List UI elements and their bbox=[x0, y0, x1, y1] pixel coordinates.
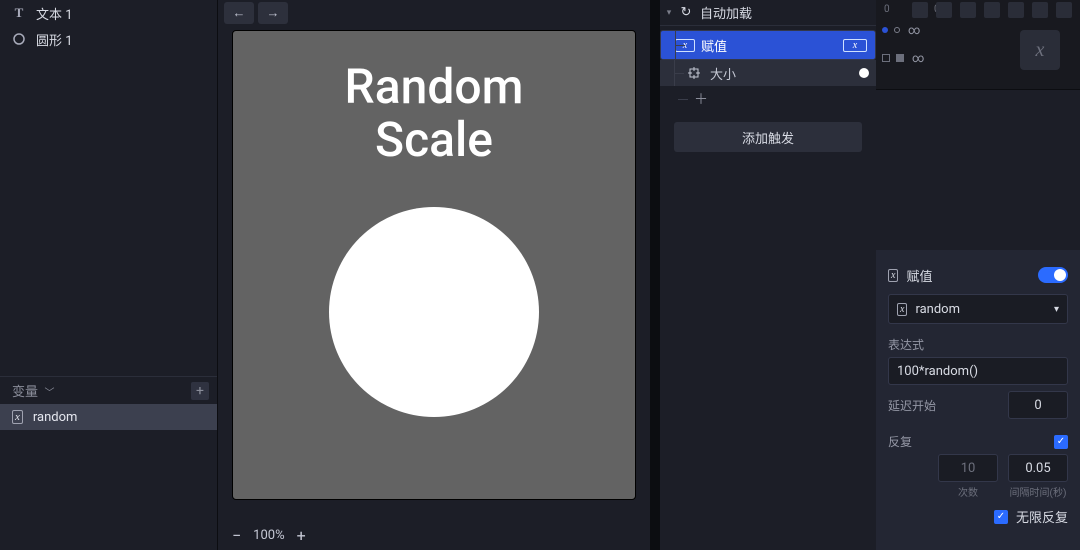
tool-icon[interactable] bbox=[984, 2, 1000, 18]
tool-icon[interactable] bbox=[1032, 2, 1048, 18]
variable-large-icon: x bbox=[1020, 30, 1060, 70]
action-size[interactable]: 大小 bbox=[660, 60, 876, 86]
tool-icon[interactable] bbox=[1008, 2, 1024, 18]
autoload-icon: ↻ bbox=[678, 5, 694, 20]
variable-item[interactable]: x random bbox=[0, 404, 217, 430]
repeat-interval-input[interactable]: 0.05 bbox=[1008, 454, 1068, 482]
timeline[interactable]: 0 0.2 0.5 ∞ ∞ x bbox=[876, 0, 1080, 90]
variable-select[interactable]: x random ▾ bbox=[888, 294, 1068, 324]
artboard[interactable]: Random Scale bbox=[232, 30, 636, 500]
infinity-icon: ∞ bbox=[912, 51, 924, 65]
nav-forward-button[interactable]: → bbox=[258, 2, 288, 24]
zoom-level[interactable]: 100% bbox=[253, 528, 284, 543]
layer-text[interactable]: T 文本 1 bbox=[0, 0, 217, 26]
variable-badge-icon: x bbox=[843, 39, 867, 52]
delay-input[interactable]: 0 bbox=[1008, 391, 1068, 419]
repeat-checkbox[interactable]: ✓ bbox=[1054, 435, 1068, 449]
collapse-icon[interactable]: ▾ bbox=[660, 8, 678, 18]
zoom-out-button[interactable]: − bbox=[232, 526, 241, 545]
infinity-icon: ∞ bbox=[908, 23, 920, 37]
nav-back-button[interactable]: ← bbox=[224, 2, 254, 24]
enable-toggle[interactable] bbox=[1038, 267, 1068, 283]
canvas-text[interactable]: Random Scale bbox=[345, 61, 524, 167]
infinite-checkbox[interactable]: ✓ bbox=[994, 510, 1008, 524]
chevron-down-icon: ▾ bbox=[1054, 304, 1059, 315]
infinite-label: 无限反复 bbox=[1016, 507, 1068, 526]
circle-icon bbox=[12, 33, 26, 45]
interval-sublabel: 间隔时间(秒) bbox=[1008, 484, 1068, 499]
inspector-title: 赋值 bbox=[906, 266, 932, 285]
keyframe-open-icon[interactable] bbox=[894, 27, 900, 33]
count-sublabel: 次数 bbox=[938, 484, 998, 499]
keyframe-square-icon[interactable] bbox=[896, 54, 904, 62]
tool-icon[interactable] bbox=[936, 2, 952, 18]
tool-icon[interactable] bbox=[1056, 2, 1072, 18]
layer-circle[interactable]: 圆形 1 bbox=[0, 26, 217, 52]
trigger-header[interactable]: ▾ ↻ 自动加载 bbox=[660, 0, 876, 26]
text-icon: T bbox=[12, 5, 26, 21]
layer-label: 文本 1 bbox=[36, 4, 73, 23]
canvas-circle[interactable] bbox=[329, 207, 539, 417]
expression-input[interactable]: 100*random() bbox=[888, 357, 1068, 385]
keyframe-square-icon[interactable] bbox=[882, 54, 890, 62]
layer-label: 圆形 1 bbox=[36, 30, 73, 49]
chevron-down-icon: ﹀ bbox=[42, 388, 54, 399]
variable-icon: x bbox=[12, 410, 23, 424]
resize-icon bbox=[684, 67, 704, 79]
variable-icon: x bbox=[888, 269, 898, 282]
delay-label: 延迟开始 bbox=[888, 397, 936, 414]
action-assign[interactable]: x 赋值 x bbox=[660, 30, 876, 60]
repeat-label: 反复 bbox=[888, 433, 912, 450]
zoom-in-button[interactable]: + bbox=[297, 526, 306, 545]
variables-header[interactable]: 变量 ﹀ + bbox=[0, 376, 217, 404]
variable-icon: x bbox=[897, 303, 907, 316]
variable-name: random bbox=[33, 410, 78, 425]
shape-indicator-icon bbox=[859, 68, 869, 78]
tool-icon[interactable] bbox=[960, 2, 976, 18]
timeline-toolbar bbox=[912, 2, 1072, 18]
keyframe-icon[interactable] bbox=[882, 27, 888, 33]
add-variable-button[interactable]: + bbox=[191, 382, 209, 400]
add-trigger-button[interactable]: 添加触发 bbox=[674, 122, 862, 152]
tool-icon[interactable] bbox=[912, 2, 928, 18]
repeat-count-input[interactable]: 10 bbox=[938, 454, 998, 482]
expression-label: 表达式 bbox=[888, 336, 1068, 353]
add-action-button[interactable]: ＋ bbox=[660, 86, 876, 112]
